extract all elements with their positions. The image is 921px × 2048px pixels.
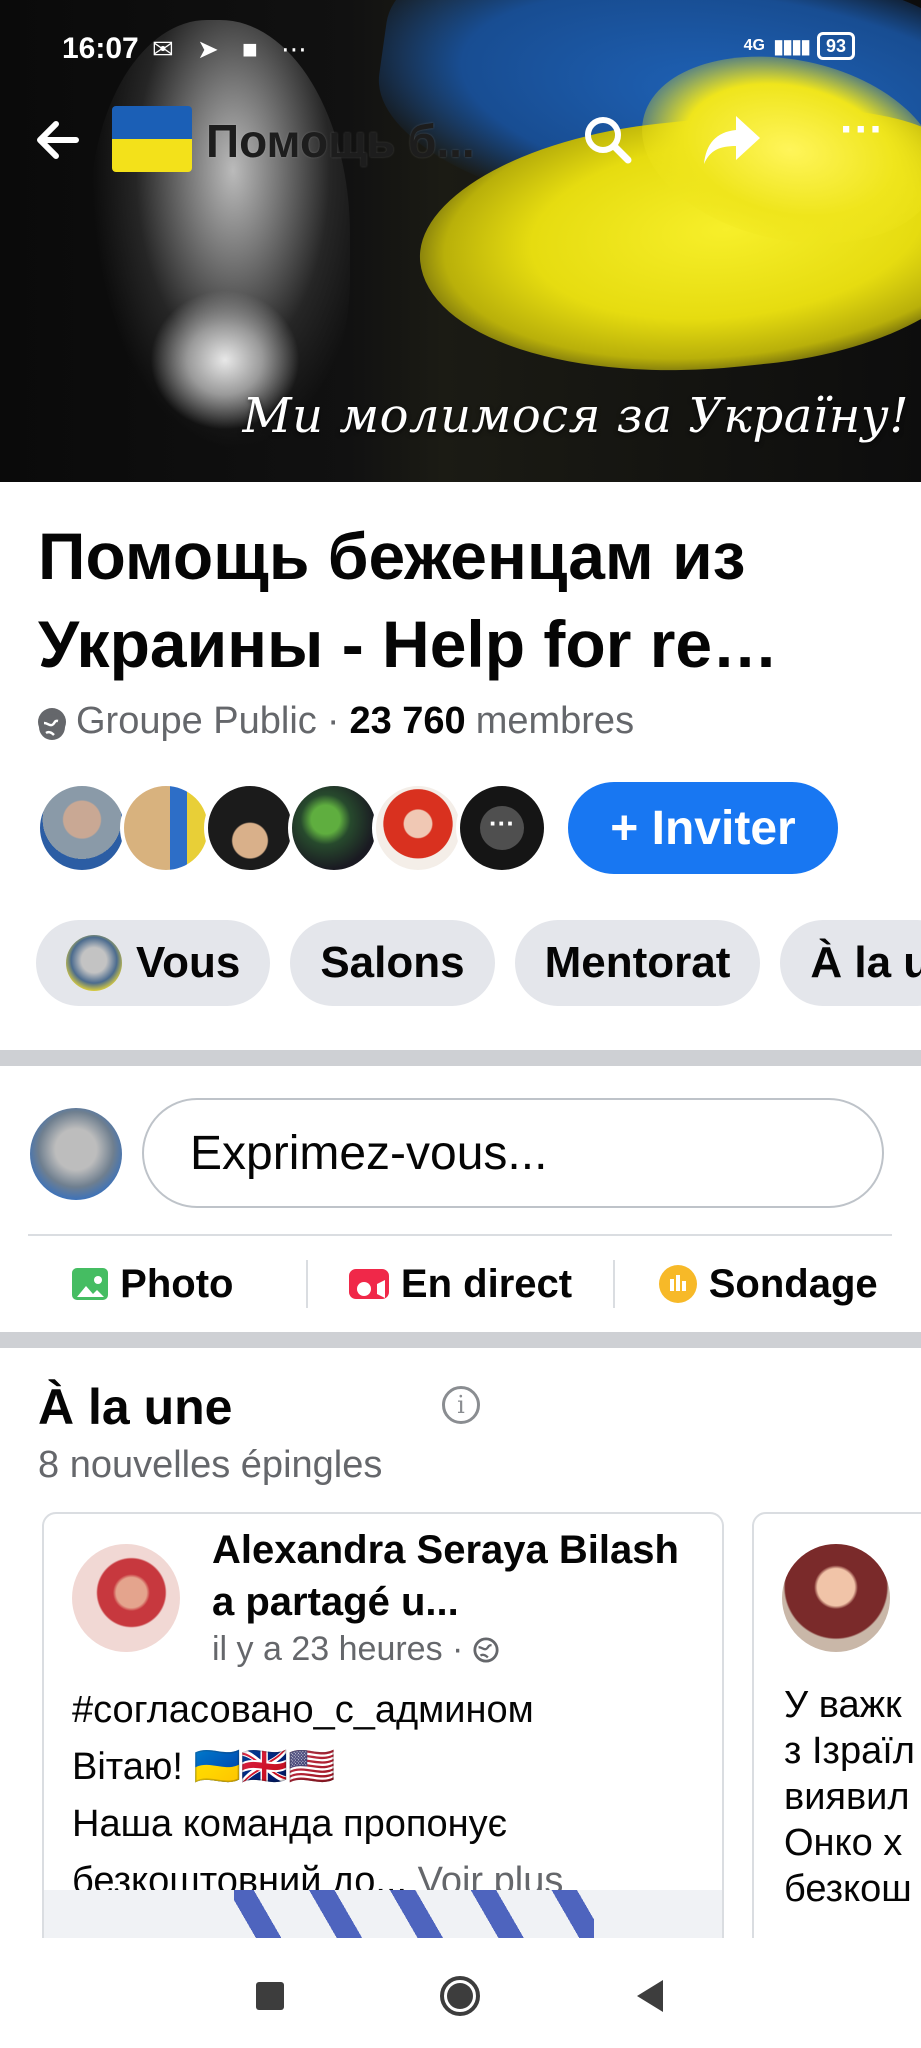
more-dots-icon: ··· — [480, 806, 524, 850]
avatar[interactable] — [372, 782, 464, 874]
post-text: #согласовано_с_админом Вітаю! 🇺🇦🇬🇧🇺🇸 Наш… — [72, 1682, 712, 1910]
avatar[interactable] — [36, 782, 128, 874]
action-label: Sondage — [708, 1261, 878, 1306]
back-arrow-icon[interactable] — [28, 110, 88, 170]
member-count: 23 760 — [349, 700, 466, 742]
avatar — [66, 935, 122, 991]
poll-icon — [658, 1265, 697, 1303]
search-icon[interactable] — [578, 110, 638, 170]
square-icon — [256, 1982, 284, 2010]
composer-input[interactable]: Exprimez-vous... — [142, 1098, 884, 1208]
post-line: У важк — [784, 1684, 902, 1726]
composer-actions: Photo En direct Sondage — [0, 1236, 921, 1332]
post-time-text: il y a 23 heures · — [212, 1630, 473, 1668]
members-label: membres — [475, 700, 635, 742]
action-label: Photo — [120, 1261, 234, 1306]
back-button[interactable] — [620, 1966, 680, 2026]
tab-you[interactable]: Vous — [36, 920, 271, 1006]
post-line: з Ізраїл — [784, 1730, 915, 1772]
system-navigation-bar — [0, 1938, 921, 2048]
home-button[interactable] — [430, 1966, 490, 2026]
avatar[interactable] — [72, 1544, 180, 1652]
poll-button[interactable]: Sondage — [615, 1262, 921, 1307]
back-triangle-icon — [637, 1980, 663, 2012]
cover-caption: Ми молимося за Україну! — [242, 388, 909, 444]
live-video-icon — [348, 1269, 389, 1299]
group-tabs: Vous Salons Mentorat À la u — [36, 920, 921, 1006]
featured-post-card[interactable]: Alexandra Seraya Bilash a partagé u... i… — [42, 1512, 724, 1952]
more-members-avatar[interactable]: ··· — [456, 782, 548, 874]
action-label: En direct — [400, 1261, 573, 1306]
post-line: Вітаю! 🇺🇦🇬🇧🇺🇸 — [72, 1746, 336, 1788]
globe-icon — [38, 707, 66, 740]
post-line: безкош — [784, 1868, 912, 1910]
member-avatars[interactable]: ··· + Inviter — [36, 780, 838, 876]
tab-label: Mentorat — [544, 938, 731, 987]
avatar[interactable] — [120, 782, 212, 874]
tab-rooms[interactable]: Salons — [290, 920, 495, 1006]
post-line: Наша команда пропонує — [72, 1803, 507, 1845]
more-options-icon[interactable]: ··· — [830, 108, 894, 170]
status-time: 16:07 — [62, 32, 139, 65]
tab-featured[interactable]: À la u — [780, 920, 921, 1006]
nav-title[interactable]: Помощь б... — [206, 114, 475, 168]
post-time: il y a 23 heures · — [212, 1630, 499, 1669]
post-author[interactable]: Alexandra Seraya Bilash a partagé u... — [212, 1524, 712, 1628]
avatar[interactable] — [204, 782, 296, 874]
featured-title: À la une — [38, 1379, 233, 1435]
tab-label: Vous — [136, 938, 241, 987]
share-icon[interactable] — [700, 110, 764, 170]
top-navigation: Помощь б... ··· — [0, 100, 921, 180]
status-bar: 16:07 ✉ ➤ ■ ⋯ 4G ▮▮▮▮ 93 — [0, 0, 921, 100]
meta-separator: · — [326, 700, 340, 742]
post-line: Онко х — [784, 1822, 903, 1864]
privacy-label: Groupe Public — [76, 700, 317, 742]
group-thumbnail[interactable] — [112, 106, 192, 172]
live-button[interactable]: En direct — [308, 1262, 614, 1307]
tab-label: À la u — [810, 938, 921, 987]
recents-button[interactable] — [240, 1966, 300, 2026]
photo-icon — [72, 1268, 109, 1300]
post-text: У важк з Ізраїл виявил Онко х безкош — [784, 1682, 921, 1912]
photo-button[interactable]: Photo — [0, 1262, 306, 1307]
post-line: #согласовано_с_админом — [72, 1689, 534, 1731]
avatar[interactable] — [288, 782, 380, 874]
info-icon[interactable]: i — [442, 1386, 480, 1424]
group-title[interactable]: Помощь беженцам из Украины - Help for re… — [38, 512, 888, 688]
notification-icons: ✉ ➤ ■ ⋯ — [152, 34, 315, 64]
tab-mentorship[interactable]: Mentorat — [514, 920, 761, 1006]
battery-icon: 93 — [816, 32, 855, 60]
home-circle-icon — [440, 1976, 480, 2016]
user-avatar[interactable] — [30, 1108, 122, 1200]
section-divider — [0, 1332, 921, 1348]
status-right: 4G ▮▮▮▮ 93 — [744, 32, 855, 60]
section-divider — [0, 1050, 921, 1066]
invite-button[interactable]: + Inviter — [568, 782, 838, 874]
network-label: 4G — [743, 37, 765, 54]
globe-icon — [473, 1637, 499, 1663]
avatar[interactable] — [782, 1544, 890, 1652]
signal-icon: ▮▮▮▮ — [772, 35, 811, 58]
tab-label: Salons — [320, 938, 465, 987]
featured-subtitle: 8 nouvelles épingles — [38, 1444, 383, 1486]
group-meta[interactable]: Groupe Public · 23 760 membres — [38, 700, 634, 743]
post-line: виявил — [784, 1776, 910, 1818]
featured-post-card[interactable]: У важк з Ізраїл виявил Онко х безкош — [752, 1512, 921, 1952]
